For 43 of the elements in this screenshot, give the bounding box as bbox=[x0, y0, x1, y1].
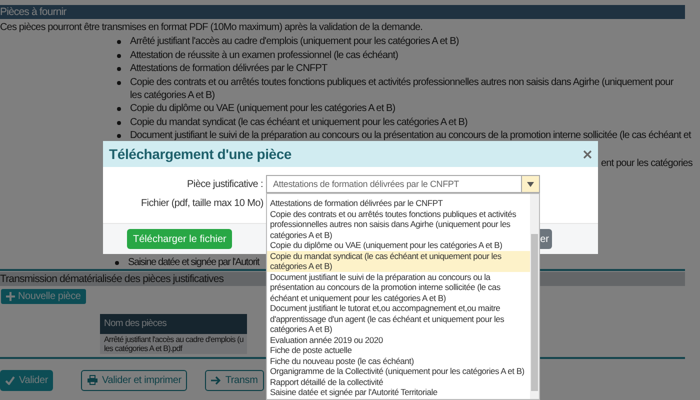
bullet-icon bbox=[117, 107, 121, 112]
document-item: Saisine datée et signée par l'Autorit bbox=[128, 256, 260, 270]
printer-icon bbox=[87, 375, 98, 386]
dropdown-option[interactable]: Document justifiant le tutorat et,ou accompagnement et,ou maitre d'apprentissage d'un agent (le cas échéant et uniquement pour les catégories A et B) bbox=[267, 303, 530, 334]
dropdown-option[interactable]: Rapport détaillé de la collectivité bbox=[267, 376, 530, 387]
dropdown-option[interactable]: Evaluation année 2019 ou 2020 bbox=[267, 334, 530, 345]
bullet-icon bbox=[117, 120, 121, 125]
table-cell: Arrêté justifiant l'accès au cadre d'emplois (u les catégories A et B).pdf bbox=[100, 334, 248, 354]
column-header: Nom des pièces bbox=[100, 314, 248, 334]
bullet-icon bbox=[115, 261, 119, 266]
bullet-icon bbox=[117, 80, 121, 85]
document-item: Copie du diplôme ou VAE (uniquement pour les catégories A et B) bbox=[130, 102, 396, 116]
intro-text: Ces pièces pourront être transmises en format PDF (10Mo maximum) après la validation de la demande. bbox=[0, 21, 424, 34]
bullet-icon bbox=[117, 54, 121, 58]
close-icon[interactable] bbox=[583, 150, 592, 158]
dropdown-option[interactable]: Copie du diplôme ou VAE (uniquement pour les catégories A et B) bbox=[267, 240, 530, 250]
document-item: Attestations de formation délivrées par le CNFPT bbox=[130, 62, 328, 76]
field-label: Pièce justificative : bbox=[186, 178, 263, 190]
document-item: Attestation de réussite à un examen professionnel (le cas échéant) bbox=[130, 48, 398, 62]
dropdown-option[interactable]: Saisine datée et signée par l'Autorité Territoriale bbox=[267, 387, 530, 398]
dropdown-option[interactable]: Organigramme de la Collectivité (uniquement pour les catégories A et B) bbox=[267, 366, 530, 376]
dropdown-option[interactable]: Fiche du nouveau poste (le cas échéant) bbox=[267, 356, 530, 366]
plus-icon bbox=[6, 292, 15, 302]
bullet-icon bbox=[117, 40, 121, 44]
document-item: Copie des contrats et ou arrêtés toutes fonctions publiques et activités professionnelles autres non saisis dans Agirhe (uniquement pour les catégories A et B) bbox=[130, 76, 674, 102]
dropdown-option[interactable]: Copie des contrats et ou arrêtés toutes fonctions publiques et activités professionnelles autres non saisis dans Agirhe (uniquement pour les catégories A et B) bbox=[267, 208, 530, 240]
field-label: Fichier (pdf, taille max 10 Mo) bbox=[140, 198, 263, 209]
dropdown-option[interactable]: Copie du mandat syndicat (le cas échéant et uniquement pour les catégories A et B) bbox=[267, 250, 530, 272]
dialog-title: Téléchargement d'une pièce bbox=[109, 146, 292, 162]
document-item: Copie du mandat syndicat (le cas échéant et uniquement pour les catégories A et B) bbox=[130, 116, 468, 130]
document-item: ent pour les catégories bbox=[601, 156, 694, 170]
scrollbar[interactable] bbox=[530, 194, 539, 399]
bullet-icon bbox=[117, 67, 121, 72]
dropdown-option[interactable]: Attestations de formation délivrées par le CNFPT bbox=[267, 198, 530, 208]
bullet-icon bbox=[117, 134, 121, 138]
caret-icon bbox=[527, 182, 534, 186]
arrow-right-icon bbox=[211, 376, 222, 385]
document-select[interactable]: Attestations de formation délivrées par le CNFPT bbox=[266, 175, 540, 193]
dropdown-option[interactable]: Fiche de poste actuelle bbox=[267, 345, 530, 356]
section-header: Pièces à fournir bbox=[0, 5, 685, 19]
check-icon bbox=[5, 376, 15, 385]
document-item: Arrêté justifiant l'accès au cadre d'emplois (uniquement pour les catégories A et B) bbox=[130, 35, 459, 49]
document-item: Document justifiant le suivi de la préparation au concours ou la présentation au concours de la promotion interne sollicitée (le cas échéant et bbox=[130, 129, 691, 143]
